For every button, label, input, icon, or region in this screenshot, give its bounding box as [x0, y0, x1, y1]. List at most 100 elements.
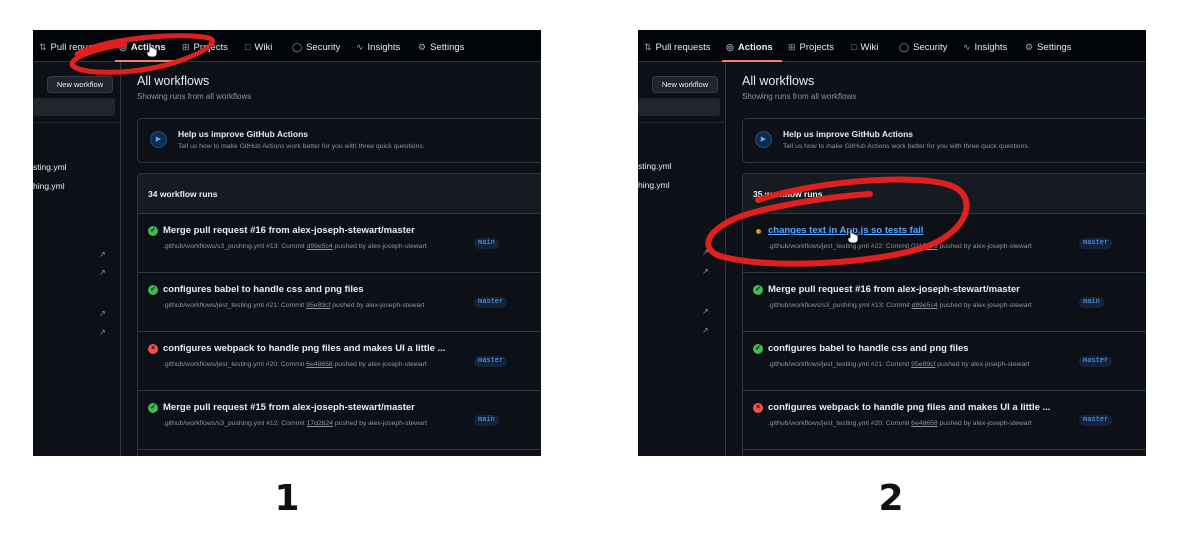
external-link-icon[interactable]: ↗	[99, 250, 106, 259]
feedback-banner[interactable]: ▶ Help us improve GitHub Actions Tell us…	[137, 118, 541, 163]
tab-actions[interactable]: ◎ Actions	[726, 40, 773, 54]
new-workflow-button[interactable]: New workflow	[652, 76, 718, 93]
tab-settings[interactable]: ⚙ Settings	[418, 40, 464, 54]
table-row[interactable]: ✓ configures babel to handle css and png…	[138, 273, 541, 332]
table-row[interactable]: × configures webpack to handle png files…	[138, 332, 541, 391]
new-workflow-button[interactable]: New workflow	[47, 76, 113, 93]
sidebar-item-workflow[interactable]: sting.yml	[638, 161, 672, 171]
external-link-icon[interactable]: ↗	[99, 328, 106, 337]
run-title[interactable]: configures webpack to handle png files a…	[163, 343, 445, 354]
all-workflows-selected-item[interactable]	[33, 98, 115, 116]
run-pusher: pushed by alex-joseph-stewart	[330, 302, 425, 309]
tab-security[interactable]: ◯ Security	[899, 40, 947, 54]
run-workflow-info: .github/workflows/s3_pushing.yml #13: Co…	[163, 243, 307, 250]
commit-link[interactable]: 17d2b24	[307, 420, 333, 427]
external-link-icon[interactable]: ↗	[702, 267, 709, 276]
branch-badge[interactable]: master	[1079, 415, 1113, 426]
run-title[interactable]: Merge pull request #15 from alex-joseph-…	[163, 402, 415, 413]
runs-count: 34 workflow runs	[148, 189, 218, 199]
repo-nav: ⇅ Pull requests ◎ Actions ⊞ Projects □ W…	[638, 30, 1146, 62]
graph-icon: ∿	[356, 41, 364, 52]
run-pusher: pushed by alex-joseph-stewart	[333, 420, 428, 427]
run-title[interactable]: changes text in App.js so tests fail	[768, 225, 923, 236]
branch-badge[interactable]: master	[1079, 356, 1113, 367]
table-row[interactable]: ✓ Merge pull request #16 from alex-josep…	[743, 273, 1146, 332]
play-circle-icon: ◎	[119, 41, 127, 52]
external-link-icon[interactable]: ↗	[702, 248, 709, 257]
run-title[interactable]: configures babel to handle css and png f…	[163, 284, 364, 295]
tab-insights[interactable]: ∿ Insights	[356, 40, 400, 54]
tab-insights[interactable]: ∿ Insights	[963, 40, 1007, 54]
run-meta: .github/workflows/jest_testing.yml #22: …	[768, 241, 1068, 252]
run-pusher: pushed by alex-joseph-stewart	[332, 243, 427, 250]
tab-label: Settings	[430, 41, 465, 53]
play-circle-icon: ▶	[755, 131, 772, 148]
feedback-banner[interactable]: ▶ Help us improve GitHub Actions Tell us…	[742, 118, 1146, 163]
branch-badge[interactable]: main	[474, 238, 499, 249]
table-row[interactable]: ✓ Merge pull request #15 from alex-josep…	[138, 391, 541, 450]
run-workflow-info: .github/workflows/s3_pushing.yml #12: Co…	[163, 420, 307, 427]
run-title[interactable]: configures babel to handle css and png f…	[768, 343, 969, 354]
tab-pull-requests[interactable]: ⇅ Pull requests	[644, 40, 710, 54]
shield-icon: ◯	[899, 41, 910, 52]
tab-label: Wiki	[860, 41, 879, 53]
commit-link[interactable]: d99e5c4	[912, 302, 938, 309]
tab-label: Security	[306, 41, 341, 53]
tab-actions[interactable]: ◎ Actions	[119, 40, 166, 54]
run-meta: .github/workflows/s3_pushing.yml #13: Co…	[163, 241, 463, 252]
external-link-icon[interactable]: ↗	[99, 268, 106, 277]
run-meta: .github/workflows/s3_pushing.yml #13: Co…	[768, 300, 1068, 311]
run-title[interactable]: Merge pull request #16 from alex-joseph-…	[768, 284, 1020, 295]
tab-settings[interactable]: ⚙ Settings	[1025, 40, 1071, 54]
tab-pull-requests[interactable]: ⇅ Pull requests	[39, 40, 105, 54]
tab-security[interactable]: ◯ Security	[292, 40, 340, 54]
check-circle-icon: ✓	[148, 403, 158, 413]
commit-link[interactable]: 6e48658	[306, 361, 332, 368]
run-meta: .github/workflows/s3_pushing.yml #12: Co…	[163, 418, 463, 429]
runs-count: 35 workflow runs	[753, 189, 823, 199]
branch-badge[interactable]: main	[1079, 297, 1104, 308]
play-circle-icon: ◎	[726, 41, 734, 52]
workflow-runs-list: 35 workflow runs changes text in App.js …	[742, 173, 1146, 456]
run-pusher: pushed by alex-joseph-stewart	[937, 302, 1032, 309]
all-workflows-selected-item[interactable]	[638, 98, 720, 116]
table-row[interactable]: changes text in App.js so tests fail .gi…	[743, 214, 1146, 273]
table-icon: ⊞	[788, 41, 796, 52]
banner-title: Help us improve GitHub Actions	[178, 129, 309, 139]
table-row[interactable]: ✓ Merge pull request #16 from alex-josep…	[138, 214, 541, 273]
tab-wiki[interactable]: □ Wiki	[245, 40, 272, 54]
pending-dot-icon	[756, 229, 761, 234]
commit-link[interactable]: 95e89cf	[911, 361, 935, 368]
external-link-icon[interactable]: ↗	[702, 326, 709, 335]
sidebar-item-workflow[interactable]: sting.yml	[33, 162, 67, 172]
tab-projects[interactable]: ⊞ Projects	[182, 40, 228, 54]
commit-link[interactable]: 6e48658	[911, 420, 937, 427]
tab-label: Insights	[367, 41, 401, 53]
table-row[interactable]: ✓ configures babel to handle css and png…	[743, 332, 1146, 391]
tab-wiki[interactable]: □ Wiki	[851, 40, 878, 54]
x-circle-icon: ×	[148, 344, 158, 354]
banner-description: Tell us how to make GitHub Actions work …	[178, 143, 425, 150]
run-title[interactable]: configures webpack to handle png files a…	[768, 402, 1050, 413]
gear-icon: ⚙	[418, 41, 427, 52]
branch-badge[interactable]: master	[474, 297, 508, 308]
tab-projects[interactable]: ⊞ Projects	[788, 40, 834, 54]
external-link-icon[interactable]: ↗	[702, 307, 709, 316]
play-circle-icon: ▶	[150, 131, 167, 148]
shield-icon: ◯	[292, 41, 303, 52]
commit-link[interactable]: d99e5c4	[307, 243, 333, 250]
external-link-icon[interactable]: ↗	[99, 309, 106, 318]
table-icon: ⊞	[182, 41, 190, 52]
sidebar-item-workflow[interactable]: hing.yml	[33, 181, 65, 191]
run-meta: .github/workflows/jest_testing.yml #20: …	[163, 359, 463, 370]
commit-link[interactable]: 0217175	[911, 243, 937, 250]
branch-badge[interactable]: master	[474, 356, 508, 367]
branch-badge[interactable]: master	[1079, 238, 1113, 249]
run-title[interactable]: Merge pull request #16 from alex-joseph-…	[163, 225, 415, 236]
sidebar-item-workflow[interactable]: hing.yml	[638, 180, 670, 190]
branch-badge[interactable]: main	[474, 415, 499, 426]
commit-link[interactable]: 95e89cf	[306, 302, 330, 309]
tab-label: Security	[913, 41, 948, 53]
run-workflow-info: .github/workflows/jest_testing.yml #21: …	[163, 302, 307, 309]
table-row[interactable]: × configures webpack to handle png files…	[743, 391, 1146, 450]
